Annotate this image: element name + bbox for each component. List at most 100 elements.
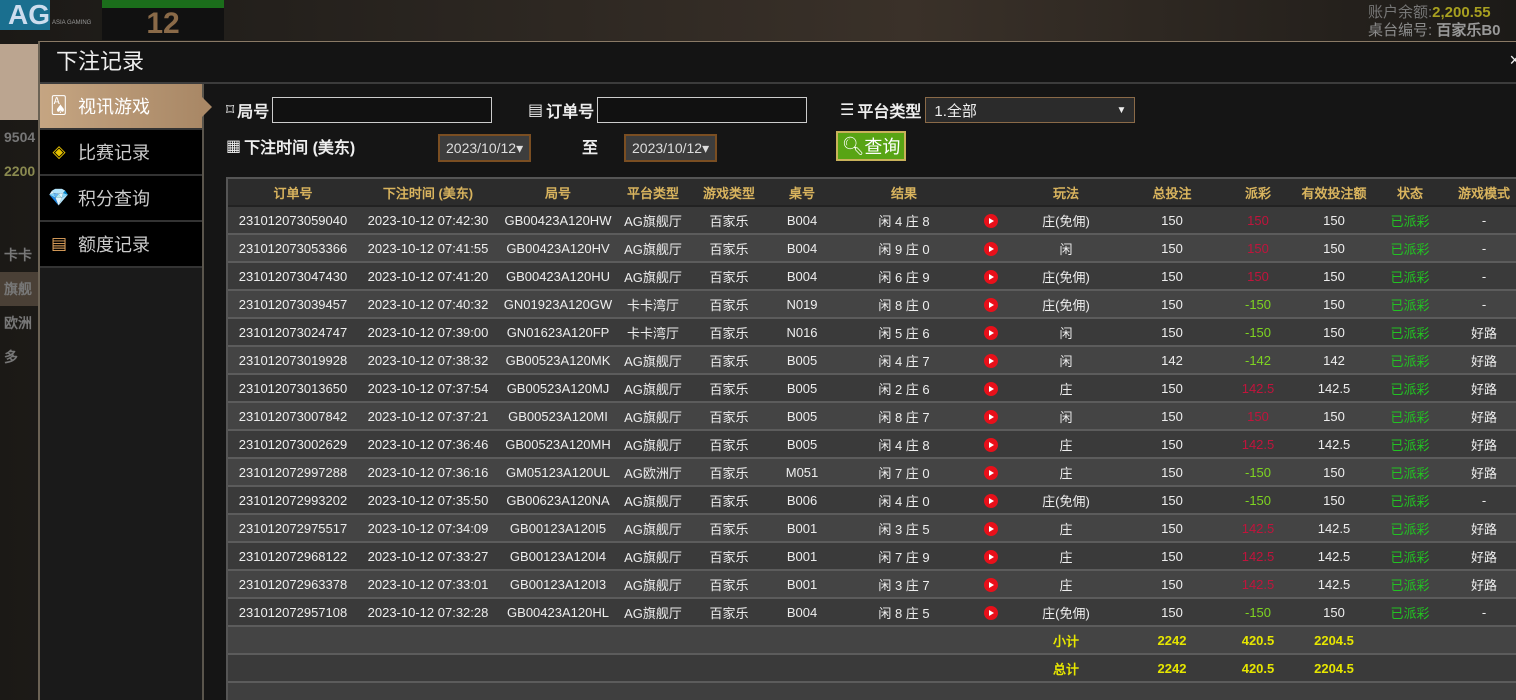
result-cell: 闲 8 庄 5 [834, 598, 974, 627]
order-number-cell: 231012072975517 [228, 514, 358, 543]
play-replay-icon[interactable] [984, 521, 998, 536]
table-row: 231012072997288 2023-10-12 07:36:16 GM0512… [228, 458, 1516, 487]
play-type-cell: 庄 [1008, 458, 1124, 487]
play-replay-icon[interactable] [984, 577, 998, 592]
platform-type-cell: AG旗舰厅 [618, 402, 688, 431]
game-mode-cell: 好路 [1448, 542, 1516, 571]
round-number-cell: GB00523A120MI [498, 402, 618, 431]
status-cell: 已派彩 [1372, 458, 1448, 487]
table-number-cell: B004 [770, 598, 834, 627]
play-replay-icon[interactable] [984, 409, 998, 424]
result-cell: 闲 2 庄 6 [834, 374, 974, 403]
result-cell: 闲 4 庄 7 [834, 346, 974, 375]
valid-bet-cell: 150 [1296, 458, 1372, 487]
sidebar-item-video-games[interactable]: 🂡 视讯游戏 [40, 84, 212, 130]
tag-icon: ⌑ [226, 102, 235, 119]
game-mode-cell: - [1448, 262, 1516, 291]
sidebar-item-points-query[interactable]: 💎 积分查询 [40, 176, 202, 222]
platform-type-cell: AG旗舰厅 [618, 514, 688, 543]
round-number-cell: GB00523A120MK [498, 346, 618, 375]
bet-time-cell: 2023-10-12 07:41:20 [358, 262, 498, 291]
play-type-cell: 庄 [1008, 430, 1124, 459]
play-type-cell: 庄 [1008, 374, 1124, 403]
result-cell: 闲 8 庄 0 [834, 290, 974, 319]
empty-cell [228, 626, 358, 655]
bet-record-modal: 下注记录 × 🂡 视讯游戏 ◈ 比赛记录 💎 积分查询 ▤ 额度记录 ⌑ 局号 ▤ 订单号 … [38, 41, 1516, 700]
round-number-input[interactable] [272, 97, 493, 123]
empty-cell [618, 654, 688, 683]
round-number-cell: GB00423A120HW [498, 206, 618, 235]
total-bet-cell: 150 [1124, 542, 1220, 571]
total-bet-cell: 150 [1124, 514, 1220, 543]
play-replay-icon[interactable] [984, 213, 998, 228]
game-type-cell: 百家乐 [688, 514, 770, 543]
date-from-picker[interactable]: 2023/10/12▾ [438, 134, 532, 162]
replay-cell [974, 374, 1008, 403]
platform-type-cell: 卡卡湾厅 [618, 290, 688, 319]
play-type-cell: 庄(免佣) [1008, 598, 1124, 627]
play-replay-icon[interactable] [984, 325, 998, 340]
total-bet-cell: 150 [1124, 290, 1220, 319]
result-cell: 闲 6 庄 9 [834, 262, 974, 291]
valid-bet-cell: 142.5 [1296, 430, 1372, 459]
close-button[interactable]: × [1509, 50, 1516, 71]
empty-cell [770, 626, 834, 655]
total-bet-cell: 150 [1124, 262, 1220, 291]
sidebar: 🂡 视讯游戏 ◈ 比赛记录 💎 积分查询 ▤ 额度记录 [40, 84, 212, 700]
status-cell: 已派彩 [1372, 402, 1448, 431]
result-cell: 闲 4 庄 8 [834, 430, 974, 459]
payout-cell: 142.5 [1220, 542, 1296, 571]
bet-time-cell: 2023-10-12 07:41:55 [358, 234, 498, 263]
play-type-cell: 闲 [1008, 402, 1124, 431]
play-type-cell: 闲 [1008, 234, 1124, 263]
total-total-bet: 2242 [1124, 654, 1220, 683]
subtotal-valid-bet: 2204.5 [1296, 626, 1372, 655]
date-to-picker[interactable]: 2023/10/12▾ [624, 134, 718, 162]
play-replay-icon[interactable] [984, 493, 998, 508]
order-number-cell: 231012072963378 [228, 570, 358, 599]
payout-cell: 150 [1220, 206, 1296, 235]
valid-bet-cell: 142 [1296, 346, 1372, 375]
platform-type-cell: AG旗舰厅 [618, 234, 688, 263]
play-type-cell: 闲 [1008, 318, 1124, 347]
play-replay-icon[interactable] [984, 297, 998, 312]
play-type-cell: 闲 [1008, 346, 1124, 375]
play-replay-icon[interactable] [984, 549, 998, 564]
table-number-cell: M051 [770, 458, 834, 487]
result-cell: 闲 7 庄 0 [834, 458, 974, 487]
play-replay-icon[interactable] [984, 465, 998, 480]
table-number-cell: B001 [770, 570, 834, 599]
sidebar-item-match-records[interactable]: ◈ 比赛记录 [40, 130, 202, 176]
bet-time-cell: 2023-10-12 07:33:01 [358, 570, 498, 599]
empty-cell [974, 626, 1008, 655]
round-number-cell: GB00623A120NA [498, 486, 618, 515]
table-number-cell: B005 [770, 374, 834, 403]
platform-type-cell: 卡卡湾厅 [618, 318, 688, 347]
replay-cell [974, 290, 1008, 319]
empty-cell [1372, 626, 1448, 655]
order-number-input[interactable] [597, 97, 808, 123]
bet-time-cell: 2023-10-12 07:37:21 [358, 402, 498, 431]
play-replay-icon[interactable] [984, 269, 998, 284]
play-replay-icon[interactable] [984, 241, 998, 256]
game-type-cell: 百家乐 [688, 486, 770, 515]
content-area: ⌑ 局号 ▤ 订单号 ☰ 平台类型 1.全部 ▼ ▦ 下注时间 (美东) 2023/10/… [206, 84, 1516, 700]
result-cell: 闲 4 庄 8 [834, 206, 974, 235]
query-button[interactable]: 🔍︎ 查询 [836, 131, 906, 161]
empty-cell [1448, 626, 1516, 655]
platform-type-cell: AG旗舰厅 [618, 486, 688, 515]
table-row: 231012073059040 2023-10-12 07:42:30 GB0042… [228, 206, 1516, 235]
sidebar-item-credit-records[interactable]: ▤ 额度记录 [40, 222, 202, 268]
play-replay-icon[interactable] [984, 605, 998, 620]
play-type-cell: 庄 [1008, 514, 1124, 543]
table-row: 231012073039457 2023-10-12 07:40:32 GN0192… [228, 290, 1516, 319]
play-replay-icon[interactable] [984, 381, 998, 396]
play-replay-icon[interactable] [984, 437, 998, 452]
platform-type-select[interactable]: 1.全部 ▼ [925, 97, 1136, 123]
total-bet-cell: 150 [1124, 234, 1220, 263]
replay-cell [974, 346, 1008, 375]
column-header: 状态 [1372, 179, 1448, 207]
empty-cell [358, 626, 498, 655]
subtotal-total-bet: 2242 [1124, 626, 1220, 655]
play-replay-icon[interactable] [984, 353, 998, 368]
